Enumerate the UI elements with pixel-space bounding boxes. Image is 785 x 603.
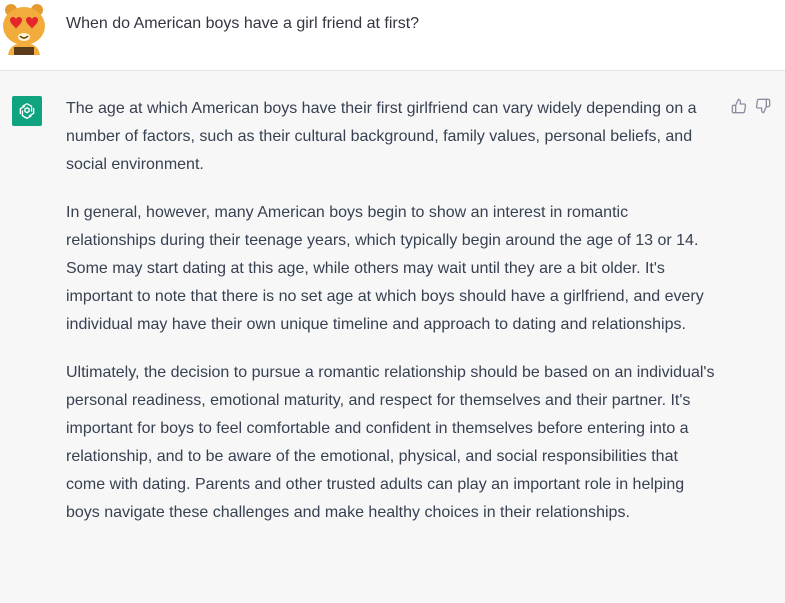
answer-paragraph-2: In general, however, many American boys … [66,204,704,333]
assistant-message-row: The age at which American boys have thei… [0,71,785,603]
answer-paragraph-3: Ultimately, the decision to pursue a rom… [66,364,715,521]
user-message-row: When do American boys have a girl friend… [0,0,785,71]
thumbs-down-icon[interactable] [754,97,772,115]
user-message-text: When do American boys have a girl friend… [66,15,420,32]
assistant-answer: The age at which American boys have thei… [66,95,718,547]
chat-conversation: When do American boys have a girl friend… [0,0,785,603]
answer-paragraph-1: The age at which American boys have thei… [66,100,697,173]
thumbs-up-icon[interactable] [730,97,748,115]
feedback-buttons [730,97,772,115]
kakao-character-avatar-icon [0,1,48,55]
chatgpt-logo-icon [12,96,42,126]
